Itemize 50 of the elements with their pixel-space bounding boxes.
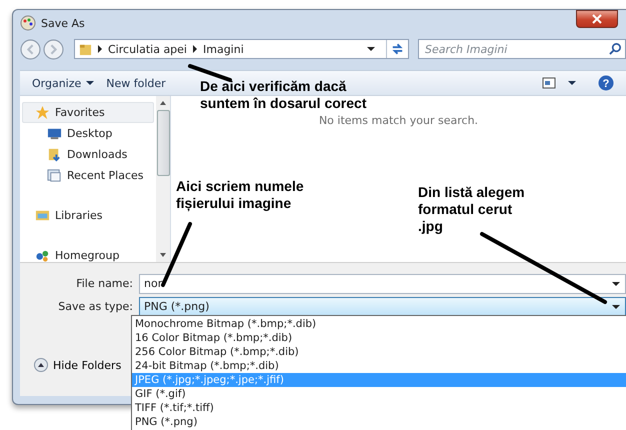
breadcrumb-item[interactable]: Imagini (203, 42, 244, 56)
dropdown-option[interactable]: TIFF (*.tif;*.tiff) (132, 401, 626, 415)
scrollbar[interactable] (156, 96, 170, 262)
network-icon (35, 248, 50, 263)
breadcrumb-item[interactable]: Circulatia apei (108, 42, 187, 56)
empty-message: No items match your search. (318, 114, 478, 128)
paint-icon (20, 15, 36, 31)
folder-icon (35, 208, 50, 223)
window-title: Save As (41, 16, 85, 30)
close-button[interactable] (576, 10, 618, 28)
annotation-text: Aici scriem numele fișierului imagine (176, 178, 304, 212)
new-folder-button[interactable]: New folder (106, 76, 166, 90)
caret-icon[interactable] (568, 81, 576, 85)
dropdown-option[interactable]: 16 Color Bitmap (*.bmp;*.dib) (132, 331, 626, 345)
forward-icon[interactable] (43, 38, 64, 60)
organize-button[interactable]: Organize (32, 76, 94, 90)
back-icon[interactable] (20, 38, 41, 60)
dropdown-option[interactable]: GIF (*.gif) (132, 387, 626, 401)
chevron-icon (193, 45, 197, 53)
annotation-text: De aici verificăm dacă suntem în dosarul corect (200, 78, 366, 112)
dropdown-arrow-icon[interactable] (367, 47, 375, 51)
dropdown-option[interactable]: 256 Color Bitmap (*.bmp;*.dib) (132, 345, 626, 359)
sidebar-item[interactable]: Homegroup (22, 245, 154, 266)
view-icon[interactable] (542, 77, 556, 89)
chevron-icon (98, 45, 102, 53)
file-name-label: File name: (75, 277, 134, 290)
annotation-text: Din listă alegem formatul cerut .jpg (418, 184, 525, 235)
folder-icon (79, 42, 92, 56)
sidebar-item[interactable]: Desktop (22, 123, 154, 144)
collapse-icon (34, 358, 48, 372)
sidebar-item[interactable]: Favorites (22, 102, 154, 123)
close-icon (592, 14, 602, 24)
dropdown-option[interactable]: Monochrome Bitmap (*.bmp;*.dib) (132, 317, 626, 331)
monitor-icon (47, 126, 62, 141)
folder-icon (47, 147, 62, 162)
help-icon[interactable]: ? (598, 75, 614, 91)
sidebar-item[interactable]: Downloads (22, 144, 154, 165)
search-field[interactable]: Search Imagini (418, 39, 626, 59)
dropdown-option[interactable]: PNG (*.png) (132, 415, 626, 429)
sidebar-item[interactable]: Recent Places (22, 165, 154, 186)
dropdown-option[interactable]: 24-bit Bitmap (*.bmp;*.dib) (132, 359, 626, 373)
sidebar-item[interactable]: Libraries (22, 205, 154, 226)
save-type-dropdown[interactable]: PNG (*.png) (139, 296, 626, 316)
file-name-field[interactable]: nor (139, 274, 626, 294)
hide-folders-button[interactable]: Hide Folders (34, 358, 122, 372)
star-icon (35, 105, 50, 120)
save-type-label: Save as type: (57, 300, 134, 313)
search-icon (609, 42, 622, 55)
address-bar[interactable]: Circulatia apei Imagini (74, 39, 409, 59)
window-icon (47, 168, 62, 183)
